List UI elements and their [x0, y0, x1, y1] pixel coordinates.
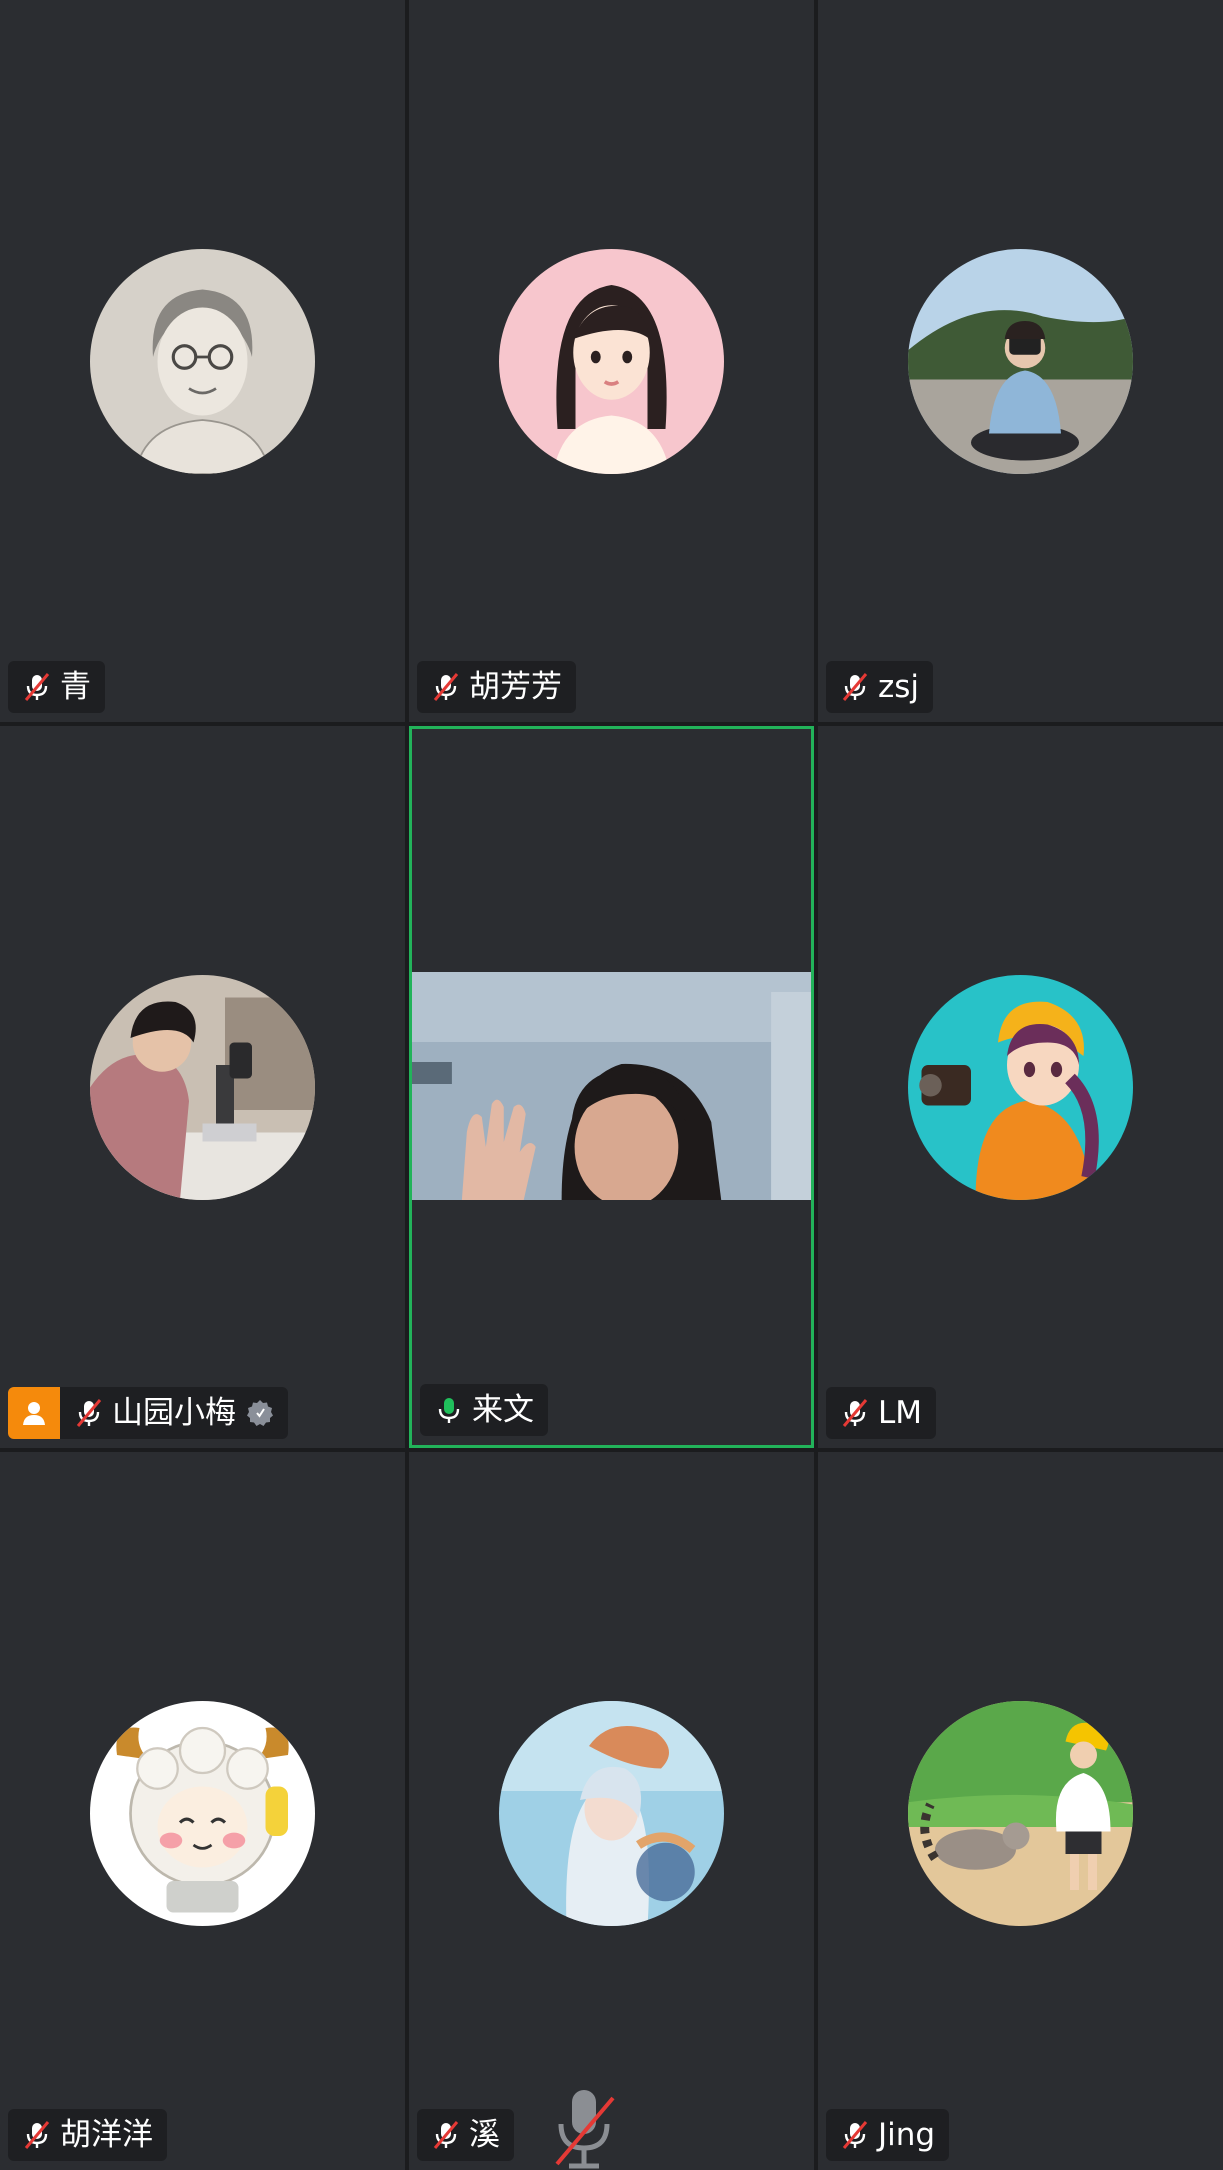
- participant-tile-jing[interactable]: Jing: [818, 1452, 1223, 2170]
- mic-muted-icon: [20, 670, 54, 704]
- mic-muted-icon: [429, 670, 463, 704]
- name-tag: Jing: [826, 2109, 950, 2161]
- participant-tile-zsj[interactable]: zsj: [818, 0, 1223, 722]
- cartoon-sheep-avatar: [90, 1701, 315, 1926]
- mic-muted-icon: [549, 2086, 619, 2170]
- watercolor-anime-avatar: [499, 1701, 724, 1926]
- child-with-lemur-avatar: [908, 1701, 1133, 1926]
- participant-name: zsj: [878, 669, 920, 705]
- verified-badge-icon: [246, 1399, 274, 1427]
- participant-tile-huyangyang[interactable]: 胡洋洋: [0, 1452, 405, 2170]
- name-tag: 山园小梅: [8, 1387, 288, 1439]
- participant-name: 胡芳芳: [469, 669, 562, 705]
- participant-name: 来文: [472, 1392, 534, 1428]
- host-icon: [8, 1387, 60, 1439]
- name-tag: 胡芳芳: [417, 661, 576, 713]
- name-tag: LM: [826, 1387, 937, 1439]
- participant-tile-xi[interactable]: 溪: [409, 1452, 814, 2170]
- participant-name: 溪: [469, 2117, 500, 2153]
- participant-tile-hufangfang[interactable]: 胡芳芳: [409, 0, 814, 722]
- participant-tile-shanyuanxiaomei[interactable]: 山园小梅: [0, 726, 405, 1448]
- participant-name: 胡洋洋: [60, 2117, 153, 2153]
- participant-name: 青: [60, 669, 91, 705]
- mic-muted-icon: [838, 1396, 872, 1430]
- microscope-photo-avatar: [90, 975, 315, 1200]
- participant-grid: 青 胡芳芳 zsj 山园小梅 来文 LM 胡洋洋 溪 Jing: [0, 0, 1223, 2170]
- participant-name: 山园小梅: [112, 1395, 236, 1431]
- mic-muted-icon: [72, 1396, 106, 1430]
- participant-tile-lm[interactable]: LM: [818, 726, 1223, 1448]
- sketch-portrait-avatar: [90, 249, 315, 474]
- mic-on-icon: [432, 1393, 466, 1427]
- photographer-photo-avatar: [908, 249, 1133, 474]
- mic-muted-icon: [838, 670, 872, 704]
- cartoon-girl-avatar: [499, 249, 724, 474]
- participant-video: [412, 972, 811, 1200]
- name-tag: 青: [8, 661, 105, 713]
- mic-muted-icon: [429, 2118, 463, 2152]
- anime-girl-camera-avatar: [908, 975, 1133, 1200]
- participant-name: Jing: [878, 2117, 936, 2153]
- mic-muted-icon: [838, 2118, 872, 2152]
- name-tag: 溪: [417, 2109, 514, 2161]
- name-tag: 来文: [420, 1384, 548, 1436]
- participant-name: LM: [878, 1395, 923, 1431]
- participant-tile-laiwen[interactable]: 来文: [409, 726, 814, 1448]
- name-tag: 胡洋洋: [8, 2109, 167, 2161]
- name-tag: zsj: [826, 661, 934, 713]
- participant-tile-qing[interactable]: 青: [0, 0, 405, 722]
- mic-muted-icon: [20, 2118, 54, 2152]
